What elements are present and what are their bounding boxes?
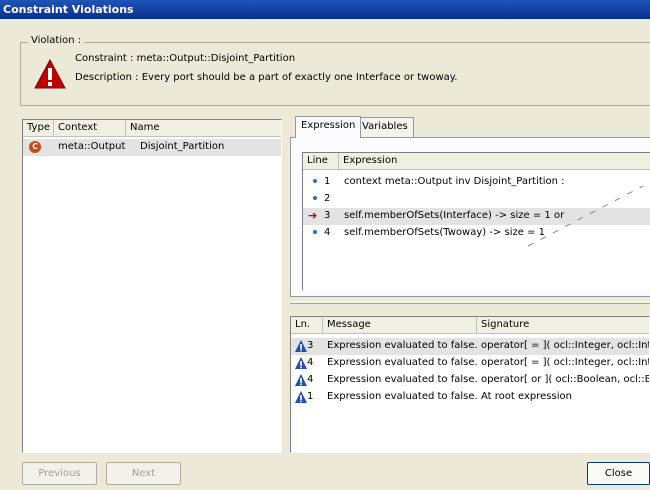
constraint-line: Constraint : meta::Output::Disjoint_Part… (75, 53, 295, 64)
description-label: Description : (75, 72, 139, 83)
info-icon (295, 357, 307, 369)
column-header-context[interactable]: Context (54, 120, 126, 137)
message-line-number: 1 (307, 391, 314, 402)
expression-tab-page: Line Expression 1 context meta::Output i… (290, 137, 650, 297)
expression-table[interactable]: Line Expression 1 context meta::Output i… (302, 152, 650, 291)
expression-text: self.memberOfSets(Twoway) -> size = 1 (344, 227, 545, 238)
column-header-name[interactable]: Name (126, 120, 281, 137)
bullet-icon (313, 230, 317, 234)
info-icon (295, 391, 307, 403)
bullet-icon (313, 196, 317, 200)
message-line-number: 4 (307, 374, 314, 385)
message-text: Expression evaluated to false. (327, 391, 478, 402)
message-row[interactable]: 1 Expression evaluated to false. At root… (291, 389, 649, 406)
violation-context: meta::Output (58, 141, 126, 152)
constraint-value: meta::Output::Disjoint_Partition (136, 53, 296, 64)
message-signature: operator[ = ]( ocl::Integer, ocl::Integ (481, 357, 650, 368)
column-header-message[interactable]: Message (323, 317, 477, 334)
warning-icon (34, 59, 66, 89)
messages-table[interactable]: Ln. Message Signature 3 Expression evalu… (290, 316, 650, 453)
constraint-label: Constraint : (75, 53, 134, 64)
expression-table-header: Line Expression (303, 153, 650, 170)
message-row[interactable]: 4 Expression evaluated to false. operato… (291, 355, 649, 372)
column-header-signature[interactable]: Signature (477, 317, 649, 334)
column-header-expression[interactable]: Expression (339, 153, 650, 170)
panel-splitter[interactable] (290, 301, 650, 304)
line-number: 2 (324, 193, 331, 204)
window-title-bar[interactable]: Constraint Violations (0, 0, 650, 19)
message-signature: operator[ = ]( ocl::Integer, ocl::Integ (481, 340, 650, 351)
message-signature: operator[ or ]( ocl::Boolean, ocl::Bo (481, 374, 650, 385)
violation-row[interactable]: C meta::Output Disjoint_Partition (23, 139, 281, 156)
next-button[interactable]: Next (106, 462, 181, 485)
column-header-type[interactable]: Type (23, 120, 54, 137)
message-line-number: 3 (307, 340, 314, 351)
violation-name: Disjoint_Partition (140, 141, 225, 152)
description-line: Description : Every port should be a par… (75, 72, 457, 83)
description-value: Every port should be a part of exactly o… (141, 72, 458, 83)
bullet-icon (313, 179, 317, 183)
message-line-number: 4 (307, 357, 314, 368)
column-header-line[interactable]: Line (303, 153, 339, 170)
message-text: Expression evaluated to false. (327, 340, 478, 351)
message-text: Expression evaluated to false. (327, 374, 478, 385)
info-icon (295, 374, 307, 386)
violation-legend: Violation : (28, 35, 85, 46)
window-title: Constraint Violations (3, 3, 134, 16)
messages-table-header: Ln. Message Signature (291, 317, 649, 334)
current-line-arrow-icon: ➔ (308, 209, 318, 222)
tab-variables[interactable]: Variables (356, 117, 414, 137)
tab-expression[interactable]: Expression (295, 116, 362, 138)
line-number: 1 (324, 176, 331, 187)
violations-list-header: Type Context Name (23, 120, 281, 137)
line-number: 3 (324, 210, 331, 221)
decorative-dashed-line (527, 185, 644, 247)
info-icon (295, 340, 307, 352)
line-number: 4 (324, 227, 331, 238)
previous-button[interactable]: Previous (22, 462, 97, 485)
message-row[interactable]: 4 Expression evaluated to false. operato… (291, 372, 649, 389)
message-row[interactable]: 3 Expression evaluated to false. operato… (291, 338, 649, 355)
message-signature: At root expression (481, 391, 572, 402)
column-header-ln[interactable]: Ln. (291, 317, 323, 334)
close-button[interactable]: Close (587, 462, 650, 485)
constraint-icon: C (29, 141, 41, 153)
message-text: Expression evaluated to false. (327, 357, 478, 368)
violations-list[interactable]: Type Context Name C meta::Output Disjoin… (22, 119, 282, 453)
